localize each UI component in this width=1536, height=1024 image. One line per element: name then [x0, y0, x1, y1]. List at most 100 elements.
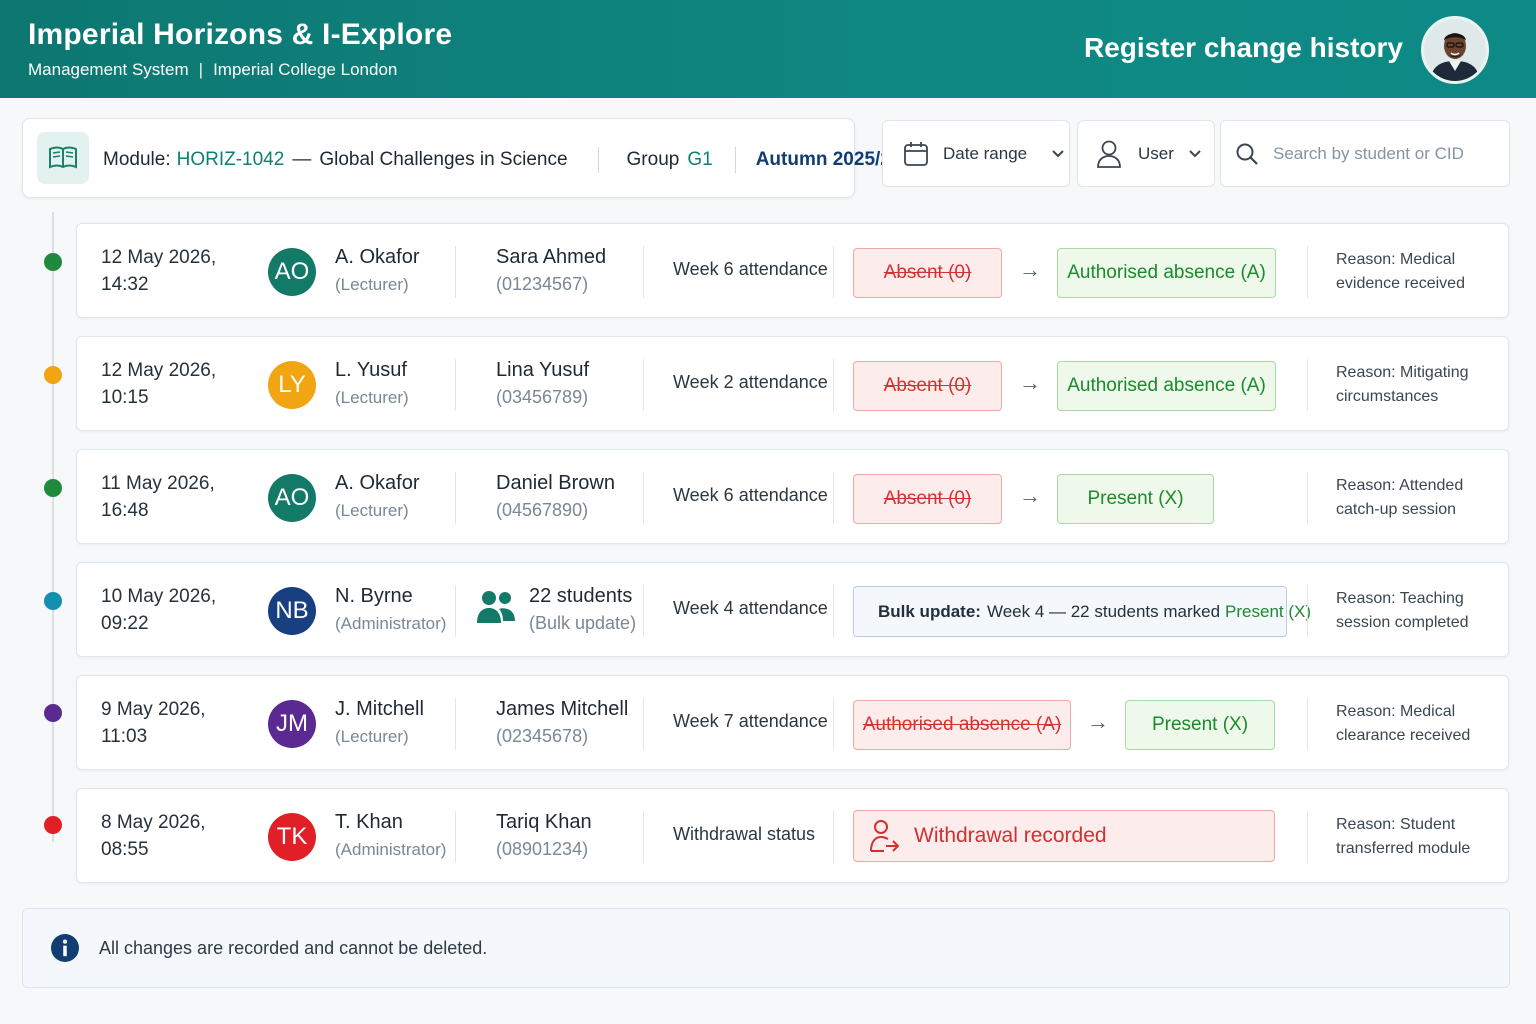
change-date: 11 May 2026, — [101, 473, 215, 494]
divider — [597, 147, 599, 173]
divider — [643, 811, 644, 863]
module-name: Global Challenges in Science — [319, 149, 568, 170]
change-timestamp: 12 May 2026, 14:32 — [101, 244, 216, 298]
divider — [455, 472, 456, 524]
history-row[interactable]: 8 May 2026, 08:55 TK T. Khan (Administra… — [76, 788, 1509, 883]
history-row[interactable]: 12 May 2026, 14:32 AO A. Okafor (Lecture… — [76, 223, 1509, 318]
user-role: (Lecturer) — [335, 501, 409, 520]
student-cid: (04567890) — [496, 500, 589, 520]
new-value: Present (X) — [1057, 474, 1214, 524]
history-row[interactable]: 10 May 2026, 09:22 NB N. Byrne (Administ… — [76, 562, 1509, 657]
student: Daniel Brown (04567890) — [496, 470, 615, 524]
changed-by: J. Mitchell (Lecturer) — [335, 696, 424, 750]
reason-line: catch-up session — [1336, 501, 1457, 518]
reason-line: Reason: Medical — [1336, 703, 1456, 720]
student: James Mitchell (02345678) — [496, 696, 628, 750]
change-date: 8 May 2026, — [101, 812, 206, 833]
change-reason: Reason: Teaching session completed — [1336, 587, 1469, 635]
change-time: 11:03 — [101, 726, 148, 747]
student-cid: (03456789) — [496, 387, 589, 407]
change-reason: Reason: Medical clearance received — [1336, 700, 1470, 748]
search-icon — [1236, 143, 1258, 165]
changed-field: Withdrawal status — [673, 824, 816, 844]
timeline-dot — [44, 704, 62, 722]
user-avatar: AO — [268, 474, 316, 522]
history-row[interactable]: 12 May 2026, 10:15 LY L. Yusuf (Lecturer… — [76, 336, 1509, 431]
timeline-dot — [44, 816, 62, 834]
student-name: Tariq Khan — [496, 811, 592, 833]
divider — [643, 359, 644, 411]
withdrawal-label: Withdrawal recorded — [914, 824, 1107, 847]
user-avatar: NB — [268, 587, 316, 635]
change-timestamp: 8 May 2026, 08:55 — [101, 809, 206, 863]
divider — [833, 585, 834, 637]
user-portrait-icon — [1424, 19, 1486, 81]
audit-notice: All changes are recorded and cannot be d… — [22, 908, 1510, 988]
new-value: Authorised absence (A) — [1057, 248, 1276, 298]
student: Tariq Khan (08901234) — [496, 809, 592, 863]
student-cid: (01234567) — [496, 274, 589, 294]
calendar-icon — [904, 141, 928, 166]
term-label: Autumn 2025/26 — [755, 149, 902, 170]
previous-value: Absent (0) — [853, 248, 1002, 298]
student: Lina Yusuf (03456789) — [496, 357, 589, 411]
module-label: Module: — [103, 149, 171, 170]
divider — [643, 472, 644, 524]
group-icon — [477, 591, 515, 623]
history-row[interactable]: 11 May 2026, 16:48 AO A. Okafor (Lecture… — [76, 449, 1509, 544]
timeline-dot — [44, 479, 62, 497]
changed-field: Week 2 attendance — [673, 372, 828, 392]
timeline-dot — [44, 366, 62, 384]
audit-notice-text: All changes are recorded and cannot be d… — [99, 937, 488, 958]
divider — [833, 698, 834, 750]
changed-by: A. Okafor (Lecturer) — [335, 244, 419, 298]
bulk-label: (Bulk update) — [529, 613, 637, 633]
user-name: T. Khan — [335, 811, 403, 833]
group-value: G1 — [687, 149, 713, 170]
user-filter[interactable]: User — [1077, 120, 1215, 187]
timeline-dot — [44, 253, 62, 271]
module-code[interactable]: HORIZ-1042 — [177, 149, 285, 171]
page-title: Register change history — [1084, 32, 1403, 63]
user-role: (Administrator) — [335, 840, 447, 859]
date-range-label: Date range — [943, 143, 1028, 163]
user-avatar: LY — [268, 361, 316, 409]
timeline-dot — [44, 592, 62, 610]
arrow-right-icon: → — [1019, 483, 1041, 508]
search-input[interactable]: Search by student or CID — [1220, 120, 1510, 187]
group-label: Group — [626, 149, 680, 170]
chevron-down-icon — [1052, 149, 1064, 157]
user-name: A. Okafor — [335, 472, 420, 494]
divider — [1307, 246, 1308, 298]
reason-line: Reason: Teaching — [1336, 590, 1464, 607]
institution-name: Imperial College London — [213, 60, 398, 79]
divider — [1307, 811, 1308, 863]
change-reason: Reason: Attended catch-up session — [1336, 474, 1463, 522]
reason-line: Reason: Attended — [1336, 477, 1464, 494]
divider — [455, 359, 456, 411]
user-avatar[interactable] — [1421, 16, 1489, 84]
user-role: (Lecturer) — [335, 388, 409, 407]
previous-value: Absent (0) — [853, 474, 1002, 524]
change-time: 16:48 — [101, 500, 149, 521]
brand: Imperial Horizons & I-Explore Management… — [28, 18, 452, 80]
date-range-filter[interactable]: Date range — [882, 120, 1070, 187]
module-summary: Module: HORIZ-1042 — Global Challenges i… — [22, 118, 901, 198]
student-count: 22 students — [529, 585, 633, 607]
bulk-update-label: Bulk update: — [878, 601, 981, 621]
user-avatar: JM — [268, 700, 316, 748]
change-reason: Reason: Student transferred module — [1336, 813, 1470, 861]
reason-line: circumstances — [1336, 388, 1439, 405]
history-row[interactable]: 9 May 2026, 11:03 JM J. Mitchell (Lectur… — [76, 675, 1509, 770]
bulk-update-text: Week 4 — 22 students marked — [986, 601, 1221, 621]
user-role: (Administrator) — [335, 614, 447, 633]
divider — [833, 472, 834, 524]
user-name: L. Yusuf — [335, 359, 407, 381]
bulk-update-value: Present (X) — [1225, 601, 1312, 621]
book-icon — [37, 132, 89, 184]
user-name: A. Okafor — [335, 246, 420, 268]
divider — [1307, 585, 1308, 637]
user-avatar: TK — [268, 813, 316, 861]
change-time: 10:15 — [101, 387, 149, 408]
changed-by: T. Khan (Administrator) — [335, 809, 446, 863]
